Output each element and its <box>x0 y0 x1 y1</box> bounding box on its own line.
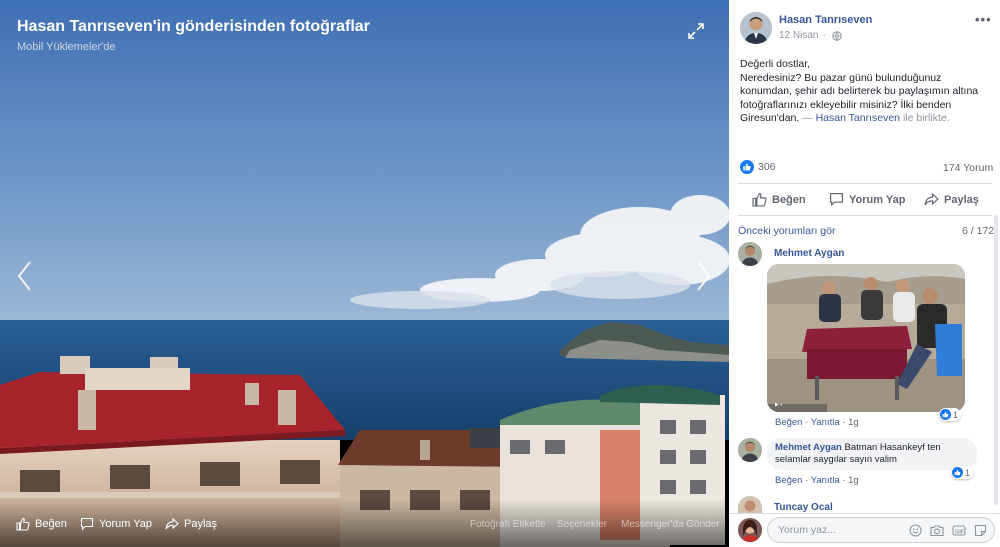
divider <box>729 513 1000 514</box>
post-text-greeting: Değerli dostlar, <box>740 58 811 70</box>
like-reaction-icon <box>940 409 951 420</box>
commenter-name[interactable]: Mehmet Aygan <box>775 442 842 453</box>
comment-bubble: Mehmet Aygan Batman Hasankeyf ten selaml… <box>767 438 977 470</box>
comment-time[interactable]: 1g <box>848 475 859 486</box>
svg-text:▶ ◐: ▶ ◐ <box>775 402 783 408</box>
tag-suffix: ile birlikte. <box>902 112 950 124</box>
options-link[interactable]: Seçenekler <box>557 519 607 530</box>
commenter-name[interactable]: Tuncay Ocal <box>774 502 833 513</box>
divider <box>738 183 992 184</box>
dot: · <box>805 417 809 428</box>
dot: · <box>805 475 809 486</box>
comment-time[interactable]: 1g <box>848 417 859 428</box>
post-comment-label: Yorum Yap <box>849 193 906 206</box>
dot: · <box>842 417 846 428</box>
emoji-icon[interactable] <box>909 524 922 537</box>
svg-text:GIF: GIF <box>955 529 965 535</box>
photo <box>0 0 729 547</box>
globe-icon <box>832 30 842 41</box>
post-author[interactable]: Hasan Tanrıseven <box>779 14 872 26</box>
comment-input[interactable]: Yorum yaz... GIF <box>767 517 995 543</box>
viewer-comment-button[interactable]: Yorum Yap <box>80 517 152 531</box>
post-meta: 12 Nisan · <box>779 30 842 41</box>
commenter-avatar[interactable] <box>738 242 762 266</box>
comment-reply-link[interactable]: Yanıtla <box>811 417 840 428</box>
share-icon <box>924 192 939 206</box>
like-reaction-icon <box>952 467 963 478</box>
viewer-avatar <box>738 518 762 542</box>
comment-icon <box>830 193 843 207</box>
post-more-icon[interactable]: ••• <box>975 12 992 27</box>
post-like-button[interactable]: Beğen <box>752 192 806 207</box>
thumbs-up-icon <box>752 193 767 207</box>
comment-actions: Beğen · Yanıtla · 1g <box>775 417 859 428</box>
prev-arrow-icon[interactable] <box>12 258 38 294</box>
photo-viewer: Hasan Tanrıseven'in gönderisinden fotoğr… <box>0 0 1000 547</box>
comment-reaction-badge[interactable]: 1 <box>951 466 974 479</box>
comment-actions: Beğen · Yanıtla · 1g <box>775 475 859 486</box>
divider <box>738 215 992 216</box>
commenter-avatar[interactable] <box>738 496 762 513</box>
post-like-label: Beğen <box>772 193 806 206</box>
comment-reaction-count: 1 <box>953 409 959 420</box>
earlier-comments-link[interactable]: Önceki yorumları gör <box>738 225 835 237</box>
dot: · <box>842 475 846 486</box>
comment-like-link[interactable]: Beğen <box>775 475 802 486</box>
avatar-image <box>738 242 762 266</box>
gif-icon[interactable]: GIF <box>952 524 966 537</box>
comment-input-placeholder: Yorum yaz... <box>778 524 836 536</box>
tag-photo-link[interactable]: Fotoğrafı Etiketle <box>470 519 546 530</box>
post-comment-button[interactable]: Yorum Yap <box>829 192 905 207</box>
avatar-image <box>738 496 762 513</box>
viewer-share-label: Paylaş <box>184 518 218 530</box>
expand-icon[interactable] <box>686 21 706 41</box>
comment-reply-link[interactable]: Yanıtla <box>811 475 840 486</box>
viewer-like-label: Beğen <box>35 518 67 530</box>
viewer-comment-label: Yorum Yap <box>99 518 153 530</box>
tagged-user-link[interactable]: Hasan Tanrıseven <box>816 112 900 124</box>
camera-icon[interactable] <box>930 524 944 537</box>
viewer-like-button[interactable]: Beğen <box>16 517 67 531</box>
commenter-name[interactable]: Mehmet Aygan <box>774 248 844 259</box>
viewer-share-button[interactable]: Paylaş <box>165 517 217 531</box>
post-text: Değerli dostlar, Neredesiniz? Bu pazar g… <box>740 58 988 126</box>
next-arrow-icon[interactable] <box>690 258 716 294</box>
comment-icon <box>80 517 94 531</box>
reaction-count: 306 <box>758 161 776 173</box>
comment-pager: 6 / 172 <box>962 225 995 237</box>
sticker-icon[interactable] <box>974 524 987 537</box>
post-date[interactable]: 12 Nisan <box>779 30 818 41</box>
comment-like-link[interactable]: Beğen <box>775 417 802 428</box>
avatar-image <box>738 438 762 462</box>
photo-stage[interactable]: Hasan Tanrıseven'in gönderisinden fotoğr… <box>0 0 729 547</box>
avatar-image <box>740 12 772 44</box>
comment-photo-image: ▶ ◐ <box>767 264 965 412</box>
send-messenger-link[interactable]: Messenger'da Gönder <box>621 519 720 530</box>
post-share-label: Paylaş <box>944 193 979 206</box>
share-icon <box>165 517 179 530</box>
comments-scrollbar[interactable] <box>994 215 998 505</box>
post-share-button[interactable]: Paylaş <box>924 192 979 207</box>
comment-photo[interactable]: ▶ ◐ <box>767 264 965 412</box>
comment-reaction-badge[interactable]: 1 <box>939 408 962 421</box>
reaction-summary[interactable]: 306 <box>740 160 776 174</box>
author-avatar[interactable] <box>740 12 772 44</box>
commenter-avatar[interactable] <box>738 438 762 462</box>
album-link[interactable]: Mobil Yüklemeler'de <box>17 41 116 53</box>
thumbs-up-icon <box>16 517 30 531</box>
comment-count-link[interactable]: 174 Yorum <box>943 162 993 174</box>
meta-separator: · <box>822 30 826 41</box>
avatar-image <box>738 518 762 542</box>
like-reaction-icon <box>740 160 754 174</box>
comment-reaction-count: 1 <box>965 467 971 478</box>
viewer-title: Hasan Tanrıseven'in gönderisinden fotoğr… <box>17 18 370 35</box>
tag-prefix: — <box>802 112 813 124</box>
